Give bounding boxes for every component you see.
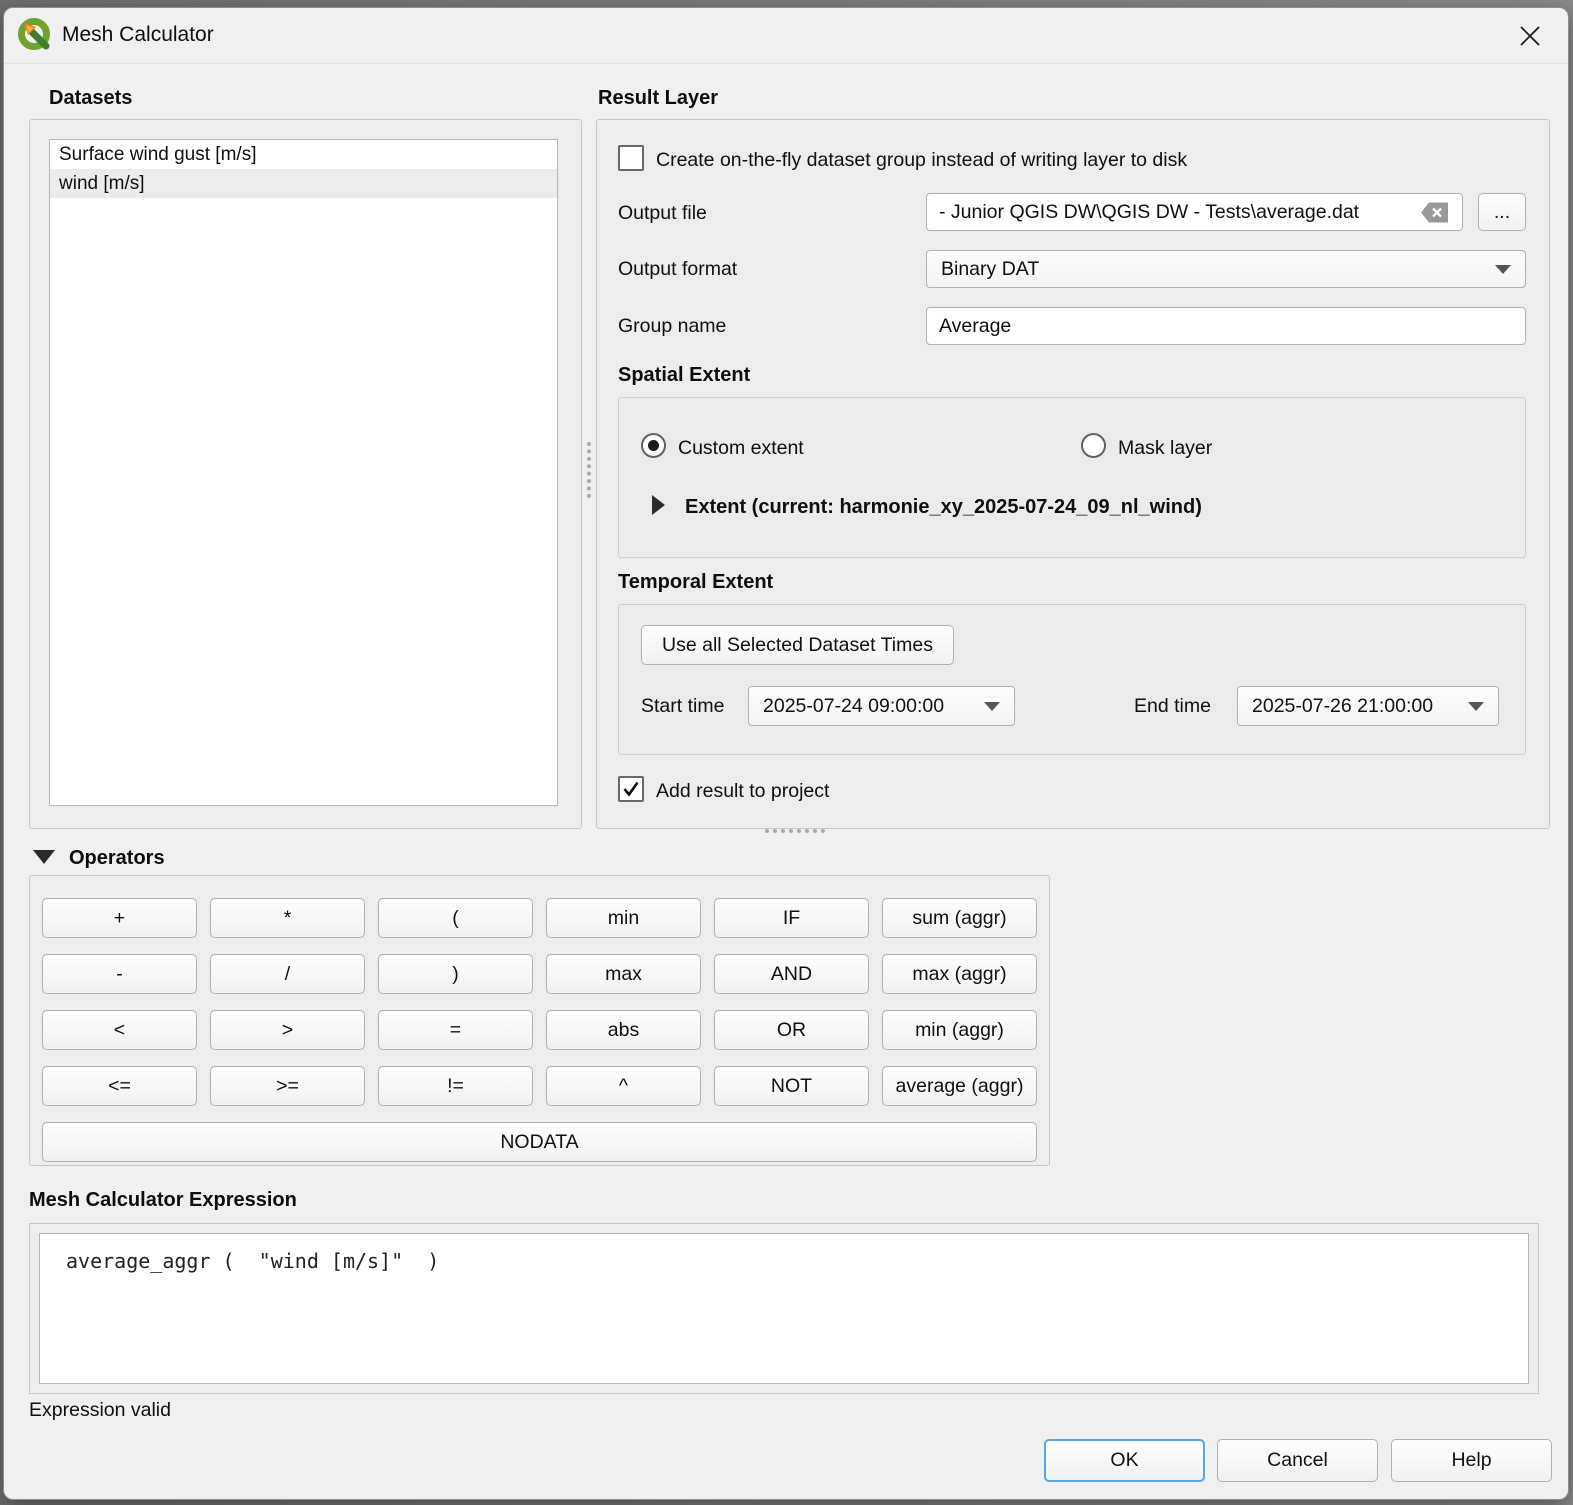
- end-time-value: 2025-07-26 21:00:00: [1252, 695, 1433, 718]
- custom-extent-radio[interactable]: [641, 433, 666, 458]
- output-file-value: - Junior QGIS DW\QGIS DW - Tests\average…: [939, 201, 1359, 224]
- operator-button[interactable]: OR: [714, 1010, 869, 1050]
- operator-button[interactable]: NOT: [714, 1066, 869, 1106]
- clear-field-icon[interactable]: [1420, 201, 1450, 224]
- operator-button[interactable]: average (aggr): [882, 1066, 1037, 1106]
- nodata-button[interactable]: NODATA: [42, 1122, 1037, 1162]
- operator-button[interactable]: <=: [42, 1066, 197, 1106]
- start-time-select[interactable]: 2025-07-24 09:00:00: [748, 686, 1015, 726]
- custom-extent-label: Custom extent: [678, 437, 804, 460]
- dataset-item[interactable]: Surface wind gust [m/s]: [50, 140, 557, 169]
- operator-button[interactable]: >=: [210, 1066, 365, 1106]
- operators-header[interactable]: Operators: [69, 847, 165, 870]
- close-icon[interactable]: [1508, 16, 1552, 56]
- extent-current-label[interactable]: Extent (current: harmonie_xy_2025-07-24_…: [685, 496, 1202, 519]
- result-layer-header: Result Layer: [598, 87, 718, 110]
- operator-button[interactable]: *: [210, 898, 365, 938]
- extent-collapse-icon[interactable]: [652, 495, 665, 515]
- operator-button[interactable]: ): [378, 954, 533, 994]
- operator-button[interactable]: AND: [714, 954, 869, 994]
- spatial-extent-header: Spatial Extent: [618, 364, 750, 387]
- dataset-item[interactable]: wind [m/s]: [50, 169, 557, 198]
- checkmark-icon: [622, 780, 640, 798]
- output-format-label: Output format: [618, 258, 737, 281]
- horizontal-splitter-handle[interactable]: [765, 829, 825, 833]
- expression-frame: average_aggr ( "wind [m/s]" ): [29, 1223, 1539, 1394]
- on-the-fly-label: Create on-the-fly dataset group instead …: [656, 149, 1187, 172]
- add-result-checkbox[interactable]: [618, 776, 644, 802]
- operator-button[interactable]: min: [546, 898, 701, 938]
- temporal-extent-header: Temporal Extent: [618, 571, 773, 594]
- operator-button[interactable]: !=: [378, 1066, 533, 1106]
- operator-button[interactable]: IF: [714, 898, 869, 938]
- mesh-calculator-dialog: Mesh Calculator Datasets Surface wind gu…: [3, 7, 1569, 1500]
- help-button[interactable]: Help: [1391, 1439, 1552, 1482]
- mask-layer-label: Mask layer: [1118, 437, 1212, 460]
- group-name-input[interactable]: Average: [926, 307, 1526, 345]
- radio-dot: [648, 440, 659, 451]
- output-file-label: Output file: [618, 202, 707, 225]
- operator-button[interactable]: max: [546, 954, 701, 994]
- dropdown-arrow-icon: [984, 702, 1000, 711]
- operator-button[interactable]: min (aggr): [882, 1010, 1037, 1050]
- on-the-fly-checkbox[interactable]: [618, 145, 644, 171]
- operator-button[interactable]: max (aggr): [882, 954, 1037, 994]
- operator-button[interactable]: -: [42, 954, 197, 994]
- group-name-label: Group name: [618, 315, 726, 338]
- start-time-value: 2025-07-24 09:00:00: [763, 695, 944, 718]
- operator-button[interactable]: =: [378, 1010, 533, 1050]
- output-format-select[interactable]: Binary DAT: [926, 250, 1526, 288]
- use-all-dataset-times-button[interactable]: Use all Selected Dataset Times: [641, 625, 954, 665]
- operator-button[interactable]: (: [378, 898, 533, 938]
- browse-button[interactable]: ...: [1478, 193, 1526, 231]
- ok-button[interactable]: OK: [1044, 1439, 1205, 1482]
- group-name-value: Average: [939, 315, 1011, 338]
- datasets-list: Surface wind gust [m/s] wind [m/s]: [49, 139, 558, 806]
- output-file-input[interactable]: - Junior QGIS DW\QGIS DW - Tests\average…: [926, 193, 1463, 231]
- operator-button[interactable]: sum (aggr): [882, 898, 1037, 938]
- operators-collapse-icon[interactable]: [33, 850, 55, 864]
- end-time-label: End time: [1134, 695, 1211, 718]
- operator-button[interactable]: +: [42, 898, 197, 938]
- vertical-splitter-handle[interactable]: [587, 442, 591, 498]
- operator-button[interactable]: ^: [546, 1066, 701, 1106]
- spatial-extent-box: [618, 397, 1526, 558]
- window-title: Mesh Calculator: [62, 23, 214, 47]
- cancel-button[interactable]: Cancel: [1217, 1439, 1378, 1482]
- start-time-label: Start time: [641, 695, 724, 718]
- end-time-select[interactable]: 2025-07-26 21:00:00: [1237, 686, 1499, 726]
- operator-button[interactable]: <: [42, 1010, 197, 1050]
- datasets-header: Datasets: [49, 87, 132, 110]
- operator-button[interactable]: >: [210, 1010, 365, 1050]
- title-bar: Mesh Calculator: [4, 8, 1568, 64]
- mask-layer-radio[interactable]: [1081, 433, 1106, 458]
- operator-button[interactable]: abs: [546, 1010, 701, 1050]
- expression-status: Expression valid: [29, 1399, 171, 1422]
- expression-header: Mesh Calculator Expression: [29, 1189, 297, 1212]
- qgis-logo-icon: [17, 18, 53, 54]
- dropdown-arrow-icon: [1468, 702, 1484, 711]
- operators-panel: + * ( min IF sum (aggr) - / ) max AND ma…: [29, 875, 1050, 1166]
- output-format-value: Binary DAT: [941, 258, 1039, 281]
- dropdown-arrow-icon: [1495, 265, 1511, 274]
- operator-button[interactable]: /: [210, 954, 365, 994]
- expression-input[interactable]: average_aggr ( "wind [m/s]" ): [39, 1233, 1529, 1384]
- add-result-label: Add result to project: [656, 780, 829, 803]
